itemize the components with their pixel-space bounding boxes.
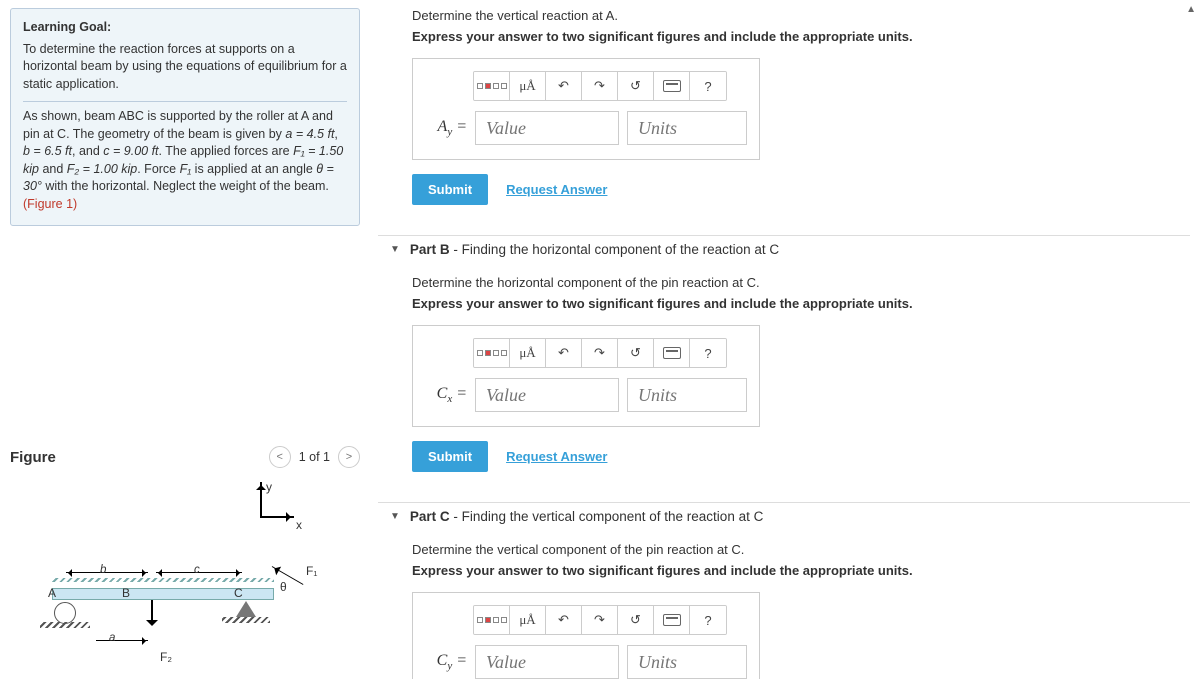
undo-button[interactable]: ↶ <box>546 72 582 100</box>
reset-button[interactable]: ↺ <box>618 72 654 100</box>
keyboard-icon <box>663 347 681 359</box>
dim-a: a <box>109 632 115 644</box>
part-c-answer-box: μÅ ↶ ↷ ↺ ? Cy = <box>412 592 760 679</box>
part-b-body: Determine the horizontal component of th… <box>378 275 1190 502</box>
goal-mid2: . Force <box>137 162 179 176</box>
goal-c: c = 9.00 ft <box>103 144 158 158</box>
special-char-button[interactable]: μÅ <box>510 339 546 367</box>
part-c-label: Part C <box>410 509 450 524</box>
theta-label: θ <box>280 580 287 594</box>
dim-c: c <box>194 564 200 576</box>
keyboard-button[interactable] <box>654 339 690 367</box>
learning-goal-title: Learning Goal: <box>23 19 347 37</box>
figure-prev-button[interactable]: < <box>269 446 291 468</box>
part-a-instructions: Express your answer to two significant f… <box>412 29 1190 44</box>
part-a-submit-button[interactable]: Submit <box>412 174 488 205</box>
part-a-value-input[interactable] <box>475 111 619 145</box>
goal-f1v: F₁ <box>180 162 192 176</box>
figure-next-button[interactable]: > <box>338 446 360 468</box>
scroll-up-icon[interactable]: ▲ <box>1186 4 1196 15</box>
template-button[interactable] <box>474 339 510 367</box>
force-f1-label: F₁ <box>306 564 317 578</box>
figure-title: Figure <box>10 449 56 466</box>
part-b-request-answer-link[interactable]: Request Answer <box>506 449 607 464</box>
part-b-toolbar: μÅ ↶ ↷ ↺ ? <box>473 338 727 368</box>
collapse-icon: ▼ <box>390 244 400 255</box>
goal-and2: and <box>39 162 67 176</box>
part-a-prompt: Determine the vertical reaction at A. <box>412 8 1190 23</box>
part-b-subtitle: - Finding the horizontal component of th… <box>450 242 779 257</box>
part-b-header[interactable]: ▼ Part B - Finding the horizontal compon… <box>378 235 1190 263</box>
special-char-button[interactable]: μÅ <box>510 606 546 634</box>
undo-button[interactable]: ↶ <box>546 606 582 634</box>
redo-button[interactable]: ↷ <box>582 72 618 100</box>
part-a-units-input[interactable] <box>627 111 747 145</box>
part-c-header[interactable]: ▼ Part C - Finding the vertical componen… <box>378 502 1190 530</box>
figure-pager: < 1 of 1 > <box>269 446 360 468</box>
point-b-label: B <box>122 586 130 600</box>
figure-pager-label: 1 of 1 <box>299 450 330 464</box>
collapse-icon: ▼ <box>390 511 400 522</box>
goal-a: a = 4.5 ft <box>285 127 334 141</box>
part-a-body: Determine the vertical reaction at A. Ex… <box>378 8 1190 235</box>
template-button[interactable] <box>474 72 510 100</box>
part-b-prompt: Determine the horizontal component of th… <box>412 275 1190 290</box>
reset-button[interactable]: ↺ <box>618 606 654 634</box>
part-a-toolbar: μÅ ↶ ↷ ↺ ? <box>473 71 727 101</box>
keyboard-icon <box>663 614 681 626</box>
dim-b: b <box>100 564 106 576</box>
help-button[interactable]: ? <box>690 72 726 100</box>
part-b-submit-button[interactable]: Submit <box>412 441 488 472</box>
figure-diagram: y x b c A B C a F₁ θ F₂ <box>10 482 330 672</box>
help-button[interactable]: ? <box>690 339 726 367</box>
point-a-label: A <box>48 586 56 600</box>
learning-goal-desc: To determine the reaction forces at supp… <box>23 41 347 94</box>
help-button[interactable]: ? <box>690 606 726 634</box>
part-a-request-answer-link[interactable]: Request Answer <box>506 182 607 197</box>
figure-link[interactable]: (Figure 1) <box>23 197 77 211</box>
part-b-instructions: Express your answer to two significant f… <box>412 296 1190 311</box>
goal-mid: . The applied forces are <box>159 144 294 158</box>
goal-sep: , <box>334 127 337 141</box>
undo-button[interactable]: ↶ <box>546 339 582 367</box>
point-c-label: C <box>234 586 243 600</box>
part-c-variable: Cy = <box>425 652 467 672</box>
redo-button[interactable]: ↷ <box>582 339 618 367</box>
goal-and: , and <box>72 144 103 158</box>
part-b-label: Part B <box>410 242 450 257</box>
part-a-answer-box: μÅ ↶ ↷ ↺ ? Ay = <box>412 58 760 160</box>
keyboard-button[interactable] <box>654 606 690 634</box>
axis-x-label: x <box>296 518 302 532</box>
part-b-units-input[interactable] <box>627 378 747 412</box>
axis-y-label: y <box>266 480 272 494</box>
goal-f2: F₂ = 1.00 kip <box>67 162 137 176</box>
part-c-subtitle: - Finding the vertical component of the … <box>450 509 764 524</box>
part-a-variable: Ay = <box>425 118 467 138</box>
keyboard-icon <box>663 80 681 92</box>
template-button[interactable] <box>474 606 510 634</box>
part-c-instructions: Express your answer to two significant f… <box>412 563 1190 578</box>
keyboard-button[interactable] <box>654 72 690 100</box>
part-b-variable: Cx = <box>425 385 467 405</box>
learning-goal-body: As shown, beam ABC is supported by the r… <box>23 101 347 213</box>
reset-button[interactable]: ↺ <box>618 339 654 367</box>
goal-mid3: is applied at an angle <box>191 162 316 176</box>
figure-section: Figure < 1 of 1 > y x b c A B C <box>10 446 360 672</box>
part-c-body: Determine the vertical component of the … <box>378 542 1190 679</box>
part-c-toolbar: μÅ ↶ ↷ ↺ ? <box>473 605 727 635</box>
goal-b: b = 6.5 ft <box>23 144 72 158</box>
goal-mid4: with the horizontal. Neglect the weight … <box>42 179 329 193</box>
force-f2-label: F₂ <box>160 650 172 664</box>
part-b-answer-box: μÅ ↶ ↷ ↺ ? Cx = <box>412 325 760 427</box>
part-b-value-input[interactable] <box>475 378 619 412</box>
part-c-units-input[interactable] <box>627 645 747 679</box>
part-c-value-input[interactable] <box>475 645 619 679</box>
part-c-prompt: Determine the vertical component of the … <box>412 542 1190 557</box>
learning-goal-box: Learning Goal: To determine the reaction… <box>10 8 360 226</box>
special-char-button[interactable]: μÅ <box>510 72 546 100</box>
redo-button[interactable]: ↷ <box>582 606 618 634</box>
